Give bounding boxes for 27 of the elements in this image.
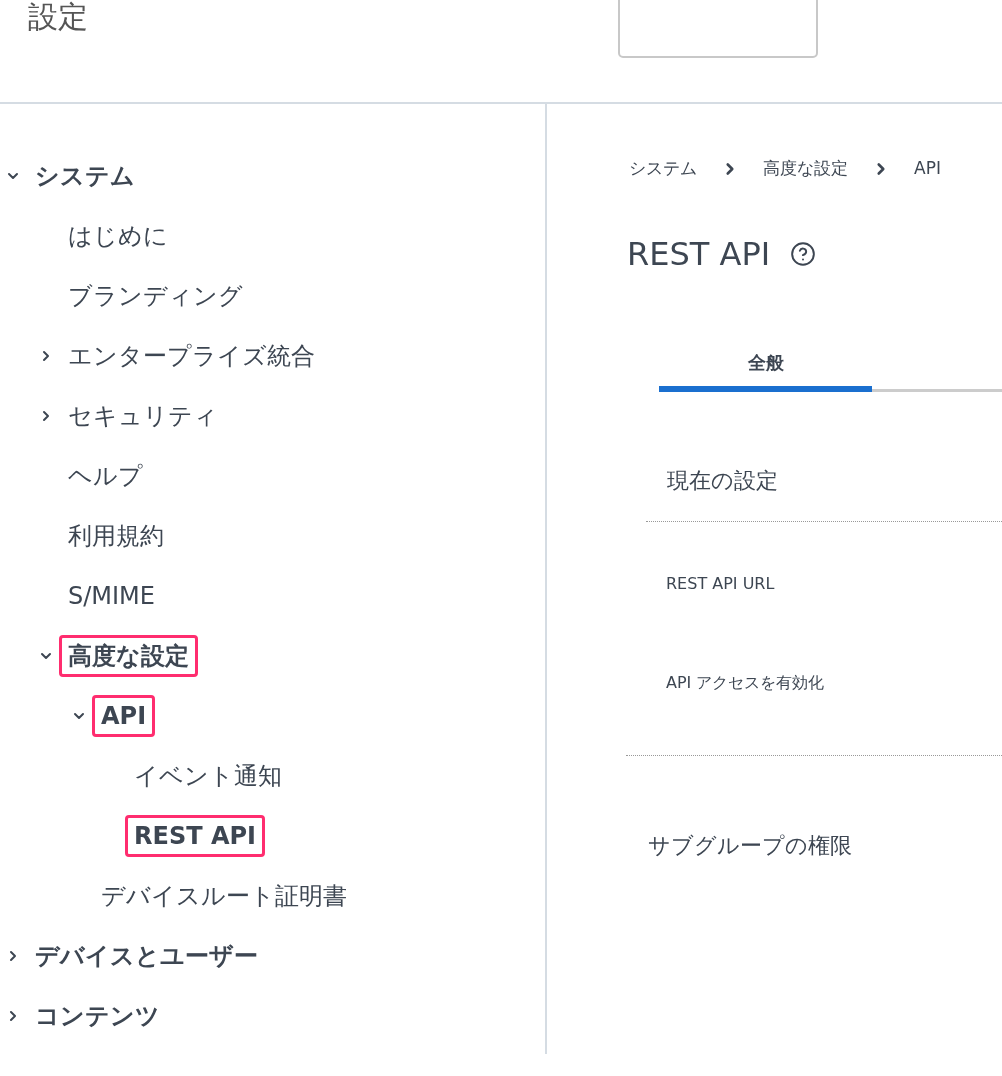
sidebar-item[interactable]: デバイスとユーザー — [35, 938, 258, 974]
sidebar-item[interactable]: セキュリティ — [68, 398, 218, 434]
help-icon[interactable] — [790, 240, 817, 267]
breadcrumb-link[interactable]: API — [914, 156, 941, 182]
sidebar-item[interactable]: エンタープライズ統合 — [68, 338, 315, 374]
page-title: 設定 — [28, 0, 88, 36]
section-title: サブグループの権限 — [648, 831, 852, 860]
field-label: REST API URL — [666, 572, 775, 595]
section-title: 現在の設定 — [667, 466, 778, 495]
sidebar-item[interactable]: コンテンツ — [35, 998, 160, 1034]
input-field[interactable] — [618, 0, 818, 58]
breadcrumb-link[interactable]: 高度な設定 — [763, 156, 848, 182]
tab[interactable]: 全般 — [659, 339, 872, 392]
sidebar-item[interactable]: ブランディング — [68, 278, 243, 314]
sidebar-item[interactable]: はじめに — [68, 218, 168, 254]
sidebar-item[interactable]: S/MIME — [68, 578, 155, 614]
sidebar-item[interactable]: 高度な設定 — [59, 635, 198, 677]
sidebar-item[interactable]: 利用規約 — [68, 518, 164, 554]
page-heading: REST API — [627, 233, 771, 275]
sidebar-item[interactable]: イベント通知 — [134, 758, 282, 794]
sidebar-item[interactable]: API — [92, 695, 156, 737]
sidebar-item[interactable]: デバイスルート証明書 — [101, 878, 347, 914]
sidebar-item[interactable]: システム — [35, 158, 135, 194]
sidebar-item[interactable]: REST API — [125, 815, 265, 857]
breadcrumb-link[interactable]: システム — [629, 156, 697, 182]
sidebar-item[interactable]: ヘルプ — [68, 458, 143, 494]
field-label: API アクセスを有効化 — [666, 671, 825, 694]
